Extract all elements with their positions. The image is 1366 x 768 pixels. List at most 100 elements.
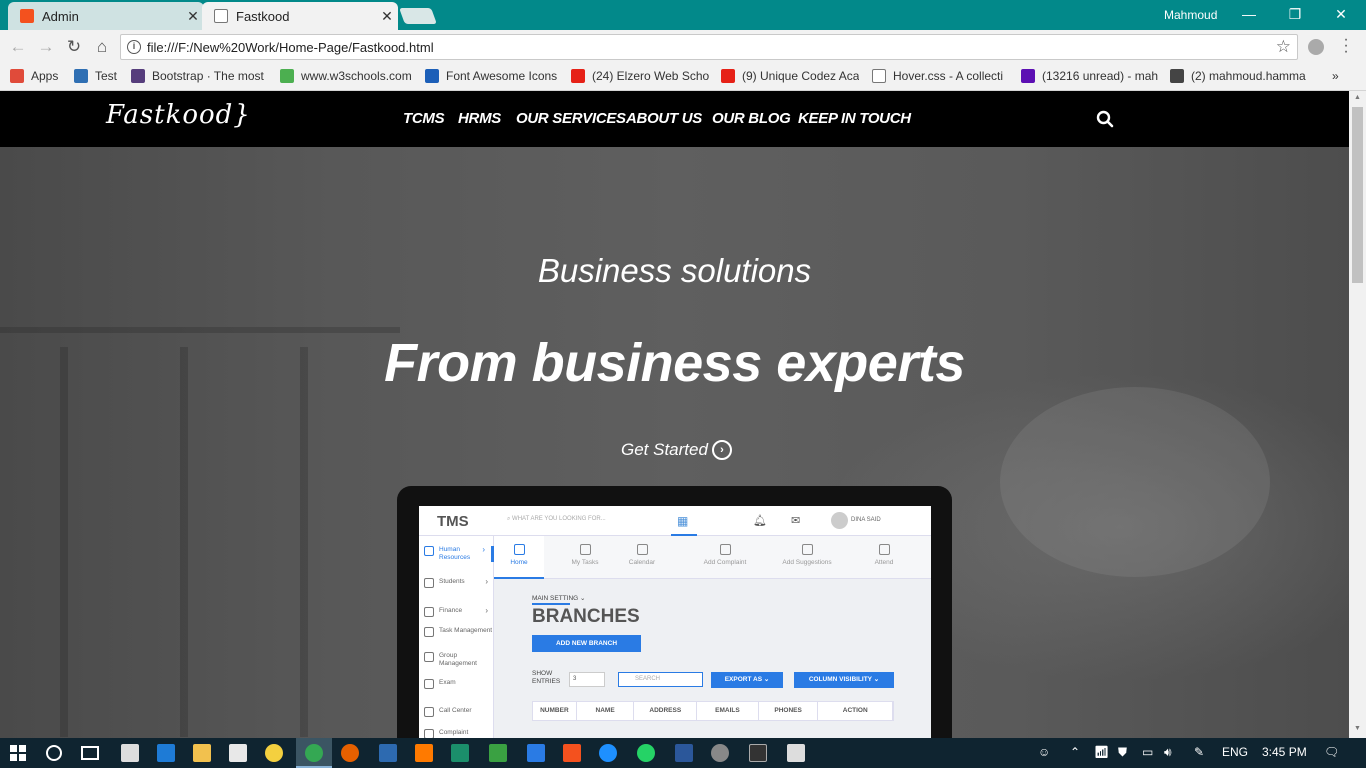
back-icon[interactable]: ← — [8, 37, 28, 57]
bg-app-icon[interactable] — [451, 744, 469, 762]
restore-icon[interactable]: ❐ — [1280, 4, 1310, 24]
browser-menu-icon[interactable]: · · · — [1342, 32, 1350, 60]
bookmark-star-icon[interactable]: ☆ — [1276, 37, 1291, 57]
notepad-icon[interactable] — [379, 744, 397, 762]
forward-icon[interactable]: → — [36, 37, 56, 57]
edge-icon[interactable] — [157, 744, 175, 762]
battery-icon[interactable]: ▭ — [1142, 745, 1153, 759]
clock[interactable]: 3:45 PM — [1262, 745, 1307, 759]
bookmark-item[interactable]: Bootstrap · The most — [131, 69, 264, 83]
xampp-icon[interactable] — [563, 744, 581, 762]
bookmark-label: Bootstrap · The most — [152, 69, 264, 83]
column-visibility-button: COLUMN VISIBILITY ⌄ — [794, 672, 894, 688]
bookmark-label: www.w3schools.com — [301, 69, 412, 83]
media-icon[interactable] — [265, 744, 283, 762]
settings-app-icon[interactable] — [527, 744, 545, 762]
nav-our-blog[interactable]: OUR BLOG — [712, 110, 791, 127]
whatsapp-icon[interactable] — [637, 744, 655, 762]
scroll-up-icon[interactable]: ▲ — [1354, 94, 1361, 101]
page-favicon-icon — [214, 9, 228, 23]
bookmark-item[interactable]: (13216 unread) - mah — [1021, 69, 1158, 83]
get-started-label: Get Started — [621, 440, 708, 459]
site-logo[interactable]: Fastkood} — [106, 100, 251, 130]
close-window-icon[interactable]: ✕ — [1326, 4, 1356, 24]
browser-toolbar: ← → ↻ ⌂ i file:///F:/New%20Work/Home-Pag… — [0, 30, 1366, 64]
network-icon[interactable]: 📶︎ — [1094, 745, 1109, 759]
volume-icon[interactable]: 🔊︎ — [1164, 745, 1172, 760]
language-indicator[interactable]: ENG — [1222, 745, 1248, 759]
page-scrollbar[interactable]: ▲ ▼ — [1349, 91, 1366, 738]
notifications-icon[interactable]: 🗨︎ — [1324, 745, 1339, 759]
reload-icon[interactable]: ↻ — [64, 37, 84, 57]
bookmark-item[interactable]: www.w3schools.com — [280, 69, 412, 83]
chrome-icon[interactable] — [305, 744, 323, 762]
globe-icon — [74, 69, 88, 83]
bookmark-item[interactable]: (9) Unique Codez Aca — [721, 69, 859, 83]
address-bar[interactable]: i file:///F:/New%20Work/Home-Page/Fastko… — [120, 34, 1298, 60]
app-tab: Add Suggestions — [759, 536, 855, 579]
shield-icon[interactable]: ⛊ — [1118, 745, 1127, 760]
bookmark-item[interactable]: (2) mahmoud.hamma — [1170, 69, 1306, 83]
people-icon[interactable]: ☺ — [1038, 745, 1050, 759]
messenger-icon[interactable] — [599, 744, 617, 762]
table-column-header: NUMBER — [533, 702, 577, 720]
tab-fastkood[interactable]: Fastkood ✕ — [202, 2, 398, 30]
entries-select: 3 — [569, 672, 605, 687]
file-explorer-icon[interactable] — [193, 744, 211, 762]
search-icon[interactable] — [1096, 110, 1114, 128]
close-tab-icon[interactable]: ✕ — [376, 8, 398, 25]
scroll-down-icon[interactable]: ▼ — [1354, 725, 1361, 732]
nav-keep-in-touch[interactable]: KEEP IN TOUCH — [798, 110, 911, 127]
windows-start-icon[interactable] — [10, 745, 26, 761]
nav-tcms[interactable]: TCMS — [403, 110, 445, 127]
bookmark-item[interactable]: Font Awesome Icons — [425, 69, 557, 83]
sidebar-item-label: Call Center — [439, 707, 472, 714]
new-tab-button[interactable] — [399, 8, 437, 24]
minimize-icon[interactable]: — — [1234, 4, 1264, 24]
nav-hrms[interactable]: HRMS — [458, 110, 501, 127]
bookmark-item[interactable]: Hover.css - A collecti — [872, 69, 1003, 83]
sidebar-item: Exam — [419, 679, 494, 689]
store-icon[interactable] — [229, 744, 247, 762]
home-icon[interactable]: ⌂ — [92, 37, 112, 57]
app-screenshot: TMS ⌕ WHAT ARE YOU LOOKING FOR... ▦ 🔔︎ ✉… — [419, 506, 931, 738]
scroll-thumb[interactable] — [1352, 107, 1363, 283]
extension-icon[interactable] — [1308, 39, 1324, 55]
tab-title: Fastkood — [236, 8, 290, 24]
chevron-up-icon[interactable]: ⌃ — [1070, 745, 1080, 759]
nav-our-services[interactable]: OUR SERVICES — [516, 110, 626, 127]
bookmark-item[interactable]: (24) Elzero Web Scho — [571, 69, 709, 83]
get-started-button[interactable]: Get Started › — [621, 440, 732, 460]
sublime-icon[interactable] — [415, 744, 433, 762]
module-icon — [424, 729, 434, 738]
app-icon[interactable] — [489, 744, 507, 762]
app-icon[interactable] — [711, 744, 729, 762]
profile-name[interactable]: Mahmoud — [1164, 8, 1217, 22]
nav-about-us[interactable]: ABOUT US — [626, 110, 702, 127]
bookmark-item[interactable]: Test — [74, 69, 117, 83]
clipboard-icon[interactable] — [787, 744, 805, 762]
task-view-icon[interactable] — [81, 746, 99, 760]
mail-icon: ✉ — [791, 515, 801, 527]
word-icon[interactable] — [675, 744, 693, 762]
tab-admin[interactable]: Admin ✕ — [8, 2, 204, 30]
close-tab-icon[interactable]: ✕ — [182, 8, 204, 25]
url-text[interactable]: file:///F:/New%20Work/Home-Page/Fastkood… — [147, 40, 434, 55]
youtube-icon — [721, 69, 735, 83]
bookmark-item[interactable]: Apps — [10, 69, 58, 83]
chevron-circle-right-icon: › — [711, 440, 732, 460]
cortana-icon[interactable] — [46, 745, 62, 761]
table-column-header: NAME — [577, 702, 635, 720]
bookmark-item[interactable]: » — [1332, 69, 1339, 83]
sidebar-item: Call Center — [419, 707, 494, 717]
cmd-icon[interactable] — [749, 744, 767, 762]
mail-app-icon[interactable] — [121, 744, 139, 762]
firefox-icon[interactable] — [341, 744, 359, 762]
pen-icon[interactable]: ✎ — [1194, 745, 1204, 759]
flag-icon — [425, 69, 439, 83]
avatar — [831, 512, 848, 529]
info-icon[interactable]: i — [127, 40, 141, 54]
background-window-frame — [300, 347, 308, 737]
breadcrumb: MAIN SETTING ⌄ — [532, 595, 586, 602]
app-tab-label: Calendar — [628, 559, 656, 566]
